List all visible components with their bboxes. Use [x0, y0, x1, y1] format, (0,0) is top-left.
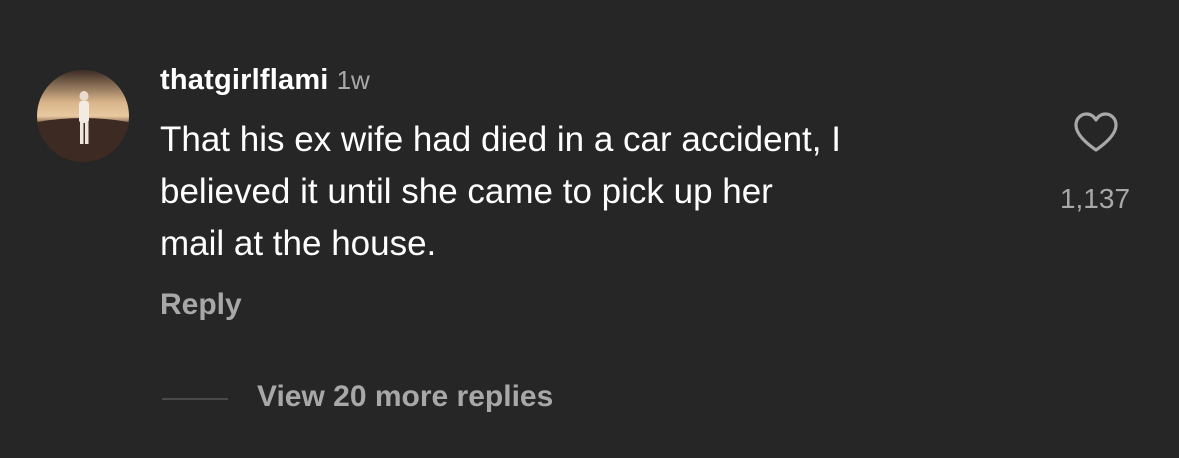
reply-button[interactable]: Reply — [160, 288, 242, 322]
like-count: 1,137 — [1059, 183, 1131, 214]
comment-avatar[interactable] — [37, 70, 129, 162]
comment-body-line: mail at the house. — [160, 224, 437, 263]
view-more-replies-button[interactable]: View 20 more replies — [257, 380, 553, 414]
replies-divider — [162, 398, 228, 400]
comment-body-line: That his ex wife had died in a car accid… — [160, 120, 841, 159]
comment-body: That his ex wife had died in a car accid… — [160, 114, 1040, 270]
avatar-image — [37, 70, 129, 162]
comment-username[interactable]: thatgirlflami — [160, 64, 329, 97]
heart-icon[interactable] — [1072, 110, 1120, 154]
comment-timestamp: 1w — [336, 65, 370, 95]
comment-body-line: believed it until she came to pick up he… — [160, 172, 773, 211]
comment-header: thatgirlflami 1w — [160, 64, 370, 104]
